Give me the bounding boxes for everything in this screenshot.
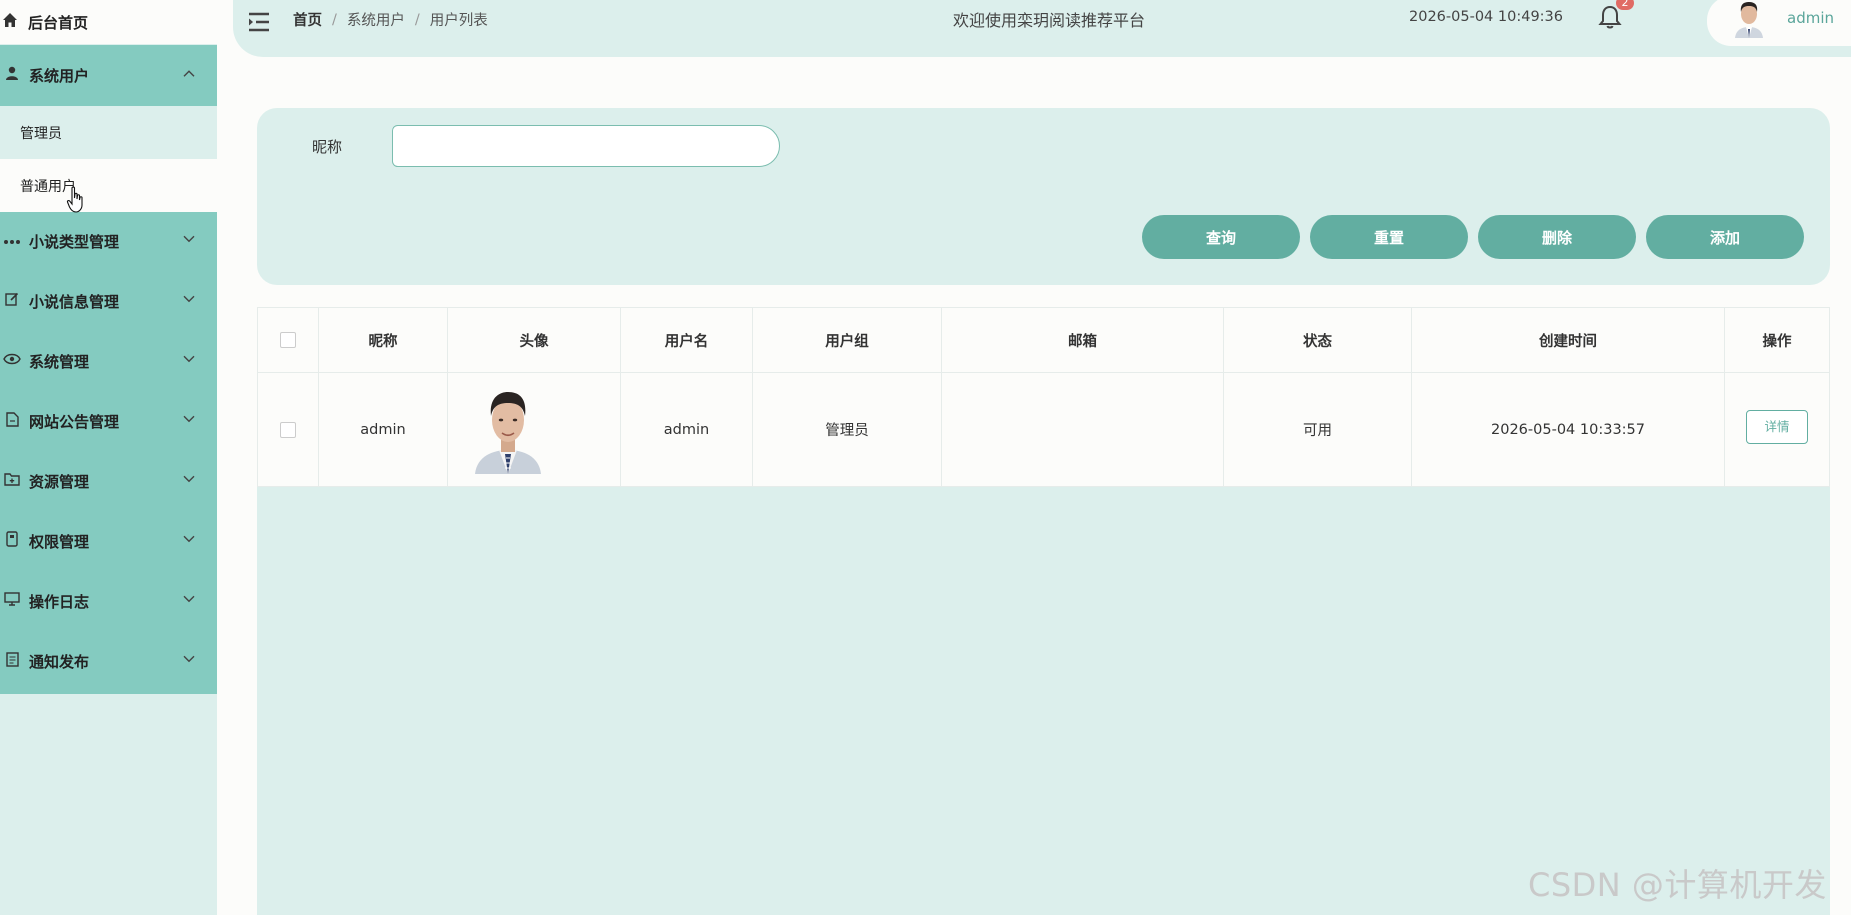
sidebar-home-label: 后台首页 <box>28 13 89 32</box>
column-header-status[interactable]: 状态 <box>1223 307 1412 373</box>
chevron-down-icon <box>183 473 195 486</box>
chevron-down-icon <box>183 593 195 606</box>
username-label: admin <box>1787 9 1834 27</box>
sidebar-item-notice-publish[interactable]: 通知发布 <box>0 643 217 679</box>
more-dots-icon <box>2 233 22 249</box>
column-header-avatar: 头像 <box>447 307 621 373</box>
sidebar-item-label: 小说信息管理 <box>29 292 120 311</box>
chevron-down-icon <box>183 293 195 306</box>
sidebar-item-system-manage[interactable]: 系统管理 <box>0 343 217 379</box>
avatar <box>1735 2 1763 38</box>
cell-created: 2026-05-04 10:33:57 <box>1411 372 1725 487</box>
sidebar-item-permissions[interactable]: 权限管理 <box>0 523 217 559</box>
site-title: 欢迎使用栾玥阅读推荐平台 <box>953 11 1146 30</box>
table-header-row: 昵称 头像 用户名 用户组 邮箱 状态 创建时间 操作 <box>257 307 1830 373</box>
query-button[interactable]: 查询 <box>1142 215 1300 259</box>
add-button[interactable]: 添加 <box>1646 215 1804 259</box>
table-area: 昵称 头像 用户名 用户组 邮箱 状态 创建时间 操作 admin admin … <box>257 307 1830 915</box>
chevron-down-icon <box>183 413 195 426</box>
sidebar: 后台首页 系统用户 管理员 普通用户 小说类型管理 小说信息管理 系统管理 网站… <box>0 0 217 915</box>
cell-username: admin <box>620 372 753 487</box>
sidebar-item-label: 小说类型管理 <box>29 232 120 251</box>
select-all-checkbox[interactable] <box>280 332 296 348</box>
search-panel: 昵称 查询 重置 删除 添加 <box>257 108 1830 285</box>
cell-status: 可用 <box>1223 372 1412 487</box>
sidebar-item-label: 操作日志 <box>29 592 90 611</box>
menu-toggle-icon[interactable] <box>247 10 271 34</box>
user-icon <box>2 66 22 84</box>
breadcrumb-separator: / <box>414 11 420 28</box>
hand-cursor-icon <box>66 186 83 213</box>
top-header: 首页 / 系统用户 / 用户列表 欢迎使用栾玥阅读推荐平台 2026-05-04… <box>233 0 1851 57</box>
column-header-group[interactable]: 用户组 <box>752 307 942 373</box>
sidebar-item-label: 系统管理 <box>29 352 90 371</box>
row-checkbox[interactable] <box>280 421 296 438</box>
sidebar-item-label: 通知发布 <box>29 652 90 671</box>
chevron-down-icon <box>183 353 195 366</box>
breadcrumb: 首页 / 系统用户 / 用户列表 <box>293 9 488 30</box>
sidebar-item-home[interactable]: 后台首页 <box>0 0 217 44</box>
notice-icon <box>2 651 22 671</box>
sidebar-item-system-users[interactable]: 系统用户 <box>0 57 217 93</box>
row-select-cell <box>257 372 319 487</box>
breadcrumb-home[interactable]: 首页 <box>293 9 322 30</box>
eye-icon <box>2 353 22 369</box>
select-all-cell <box>257 307 319 373</box>
cell-avatar <box>447 372 621 487</box>
folder-add-icon <box>2 472 22 490</box>
breadcrumb-system-users[interactable]: 系统用户 <box>347 9 405 30</box>
reset-button[interactable]: 重置 <box>1310 215 1468 259</box>
detail-button[interactable]: 详情 <box>1746 409 1808 444</box>
edit-icon <box>2 292 22 310</box>
user-avatar-image <box>475 391 541 474</box>
sidebar-subitem-normal-user[interactable]: 普通用户 <box>0 159 217 212</box>
sidebar-item-label: 网站公告管理 <box>29 412 120 431</box>
column-header-created[interactable]: 创建时间 <box>1411 307 1725 373</box>
sidebar-subitem-admin[interactable]: 管理员 <box>0 106 217 159</box>
cell-nickname: admin <box>318 372 448 487</box>
sidebar-menu: 小说类型管理 小说信息管理 系统管理 网站公告管理 资源管理 权限管理 操作日志… <box>0 212 217 694</box>
document-icon <box>2 411 22 431</box>
sidebar-group-system-users[interactable]: 系统用户 <box>0 45 217 106</box>
sidebar-item-label: 权限管理 <box>29 532 90 551</box>
sidebar-item-operation-log[interactable]: 操作日志 <box>0 583 217 619</box>
cell-actions: 详情 <box>1724 372 1830 487</box>
table-row: admin admin 管理员 可用 2026-05-04 10:33:57 详… <box>257 372 1830 487</box>
current-datetime: 2026-05-04 10:49:36 <box>1409 9 1563 25</box>
sidebar-subitem-label: 管理员 <box>20 125 62 142</box>
delete-button[interactable]: 删除 <box>1478 215 1636 259</box>
column-header-email[interactable]: 邮箱 <box>941 307 1224 373</box>
sidebar-item-novel-types[interactable]: 小说类型管理 <box>0 223 217 259</box>
cell-group: 管理员 <box>752 372 942 487</box>
monitor-icon <box>2 592 22 610</box>
nickname-label: 昵称 <box>312 138 343 156</box>
notification-badge: 2 <box>1616 0 1634 10</box>
cell-email <box>941 372 1224 487</box>
column-header-nickname[interactable]: 昵称 <box>318 307 448 373</box>
sidebar-item-resources[interactable]: 资源管理 <box>0 463 217 499</box>
chevron-up-icon <box>183 67 195 80</box>
column-header-username[interactable]: 用户名 <box>620 307 753 373</box>
chevron-down-icon <box>183 233 195 246</box>
user-menu[interactable]: admin <box>1707 0 1851 46</box>
nickname-search-input[interactable] <box>392 125 780 167</box>
user-table: 昵称 头像 用户名 用户组 邮箱 状态 创建时间 操作 admin admin … <box>257 307 1830 487</box>
breadcrumb-user-list: 用户列表 <box>429 13 488 29</box>
sidebar-item-novel-info[interactable]: 小说信息管理 <box>0 283 217 319</box>
chevron-down-icon <box>183 653 195 666</box>
sidebar-item-label: 系统用户 <box>29 66 90 85</box>
tablet-icon <box>2 531 22 551</box>
breadcrumb-separator: / <box>332 11 337 28</box>
sidebar-item-announcements[interactable]: 网站公告管理 <box>0 403 217 439</box>
home-icon <box>2 12 20 32</box>
sidebar-item-label: 资源管理 <box>29 472 90 491</box>
column-header-actions: 操作 <box>1724 307 1830 373</box>
chevron-down-icon <box>183 533 195 546</box>
watermark: CSDN @计算机开发 <box>1528 866 1827 904</box>
